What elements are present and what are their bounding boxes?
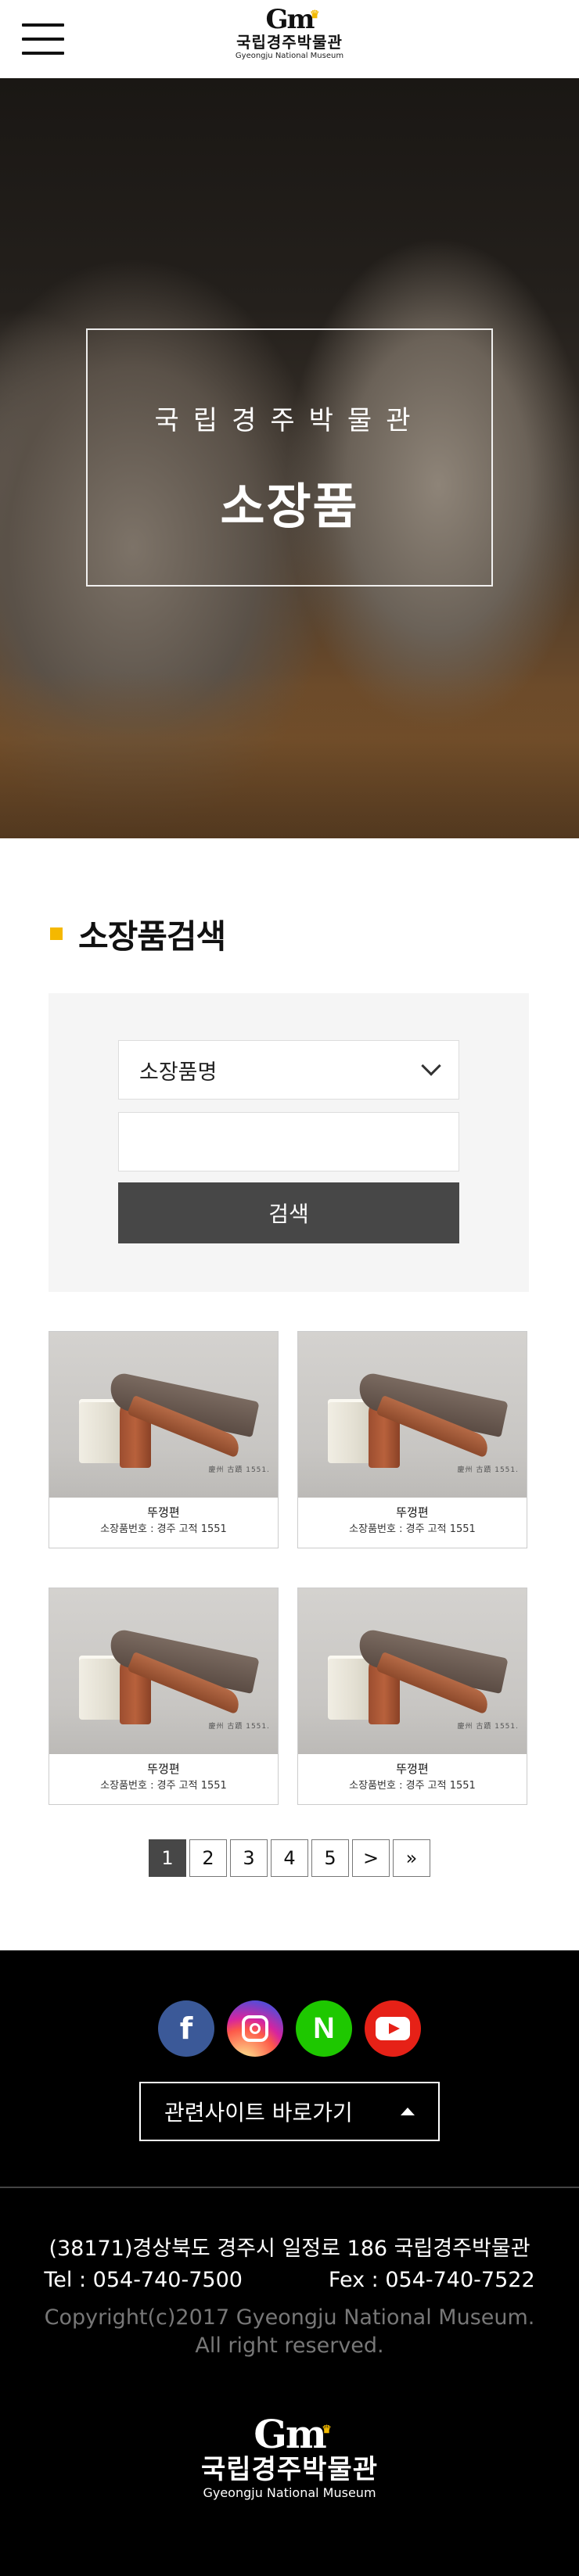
copyright-line-2: All right reserved. xyxy=(195,2334,384,2358)
related-sites-dropdown[interactable]: 관련사이트 바로가기 xyxy=(139,2082,440,2141)
footer-divider xyxy=(0,2187,579,2188)
page-button-1[interactable]: 1 xyxy=(149,1839,186,1877)
search-input[interactable] xyxy=(118,1112,459,1171)
search-category-value: 소장품명 xyxy=(139,1060,218,1085)
item-name: 뚜껑편 xyxy=(147,1762,180,1776)
item-number: 소장품번호 : 경주 고적 1551 xyxy=(349,1523,476,1535)
collection-item-image: 慶州 古蹟 1551. xyxy=(49,1332,278,1498)
footer-contact-info: (38171)경상북도 경주시 일정로 186 국립경주박물관 Tel : 05… xyxy=(0,2233,579,2296)
collection-item-info: 뚜껑편 소장품번호 : 경주 고적 1551 xyxy=(49,1754,278,1804)
logo-mark: Gm ♛ xyxy=(265,6,319,33)
site-header: Gm ♛ 국립경주박물관 Gyeongju National Museum xyxy=(0,0,579,78)
item-number: 소장품번호 : 경주 고적 1551 xyxy=(100,1523,227,1535)
menu-bar xyxy=(22,52,64,55)
footer-tel: Tel : 054-740-7500 xyxy=(44,2268,243,2292)
caret-up-icon xyxy=(401,2108,415,2115)
next-page-button[interactable]: > xyxy=(352,1839,390,1877)
collection-item-info: 뚜껑편 소장품번호 : 경주 고적 1551 xyxy=(298,1498,527,1548)
item-number: 소장품번호 : 경주 고적 1551 xyxy=(100,1780,227,1792)
hero-background-shelf xyxy=(0,673,579,838)
collection-item-info: 뚜껑편 소장품번호 : 경주 고적 1551 xyxy=(49,1498,278,1548)
footer-address: (38171)경상북도 경주시 일정로 186 국립경주박물관 xyxy=(49,2237,530,2261)
facebook-icon[interactable]: f xyxy=(158,2000,214,2057)
last-page-button[interactable]: » xyxy=(393,1839,430,1877)
footer-logo-english-name: Gyeongju National Museum xyxy=(203,2485,376,2500)
collection-item-info: 뚜껑편 소장품번호 : 경주 고적 1551 xyxy=(298,1754,527,1804)
menu-bar xyxy=(22,38,64,41)
artifact-label-tag: 慶州 古蹟 1551. xyxy=(208,1466,270,1474)
search-title: 소장품검색 xyxy=(78,917,226,956)
collection-item-card[interactable]: 慶州 古蹟 1551. 뚜껑편 소장품번호 : 경주 고적 1551 xyxy=(297,1331,527,1548)
heading-square-icon xyxy=(50,927,63,940)
artifact-label-tag: 慶州 古蹟 1551. xyxy=(457,1466,519,1474)
collection-item-image: 慶州 古蹟 1551. xyxy=(298,1332,527,1498)
artifact-label-tag: 慶州 古蹟 1551. xyxy=(208,1723,270,1731)
item-number: 소장품번호 : 경주 고적 1551 xyxy=(349,1780,476,1792)
page-button-2[interactable]: 2 xyxy=(189,1839,227,1877)
crown-icon: ♛ xyxy=(322,2424,331,2436)
collection-item-image: 慶州 古蹟 1551. xyxy=(298,1588,527,1754)
search-button[interactable]: 검색 xyxy=(118,1182,459,1243)
artifact-lid-fragment xyxy=(96,1371,260,1468)
artifact-label-tag: 慶州 古蹟 1551. xyxy=(457,1723,519,1731)
footer-logo-korean-name: 국립경주박물관 xyxy=(201,2454,378,2485)
site-footer: f N 관련사이트 바로가기 (38171)경상북도 경주시 일정로 186 국… xyxy=(0,1950,579,2576)
footer-fax: Fex : 054-740-7522 xyxy=(328,2268,535,2292)
youtube-icon[interactable] xyxy=(365,2000,421,2057)
artifact-lid-fragment xyxy=(345,1627,509,1724)
hero-title: 소장품 xyxy=(220,478,359,535)
site-logo[interactable]: Gm ♛ 국립경주박물관 Gyeongju National Museum xyxy=(236,6,343,61)
footer-copyright: Copyright(c)2017 Gyeongju National Museu… xyxy=(0,2304,579,2360)
item-name: 뚜껑편 xyxy=(147,1505,180,1519)
collection-item-card[interactable]: 慶州 古蹟 1551. 뚜껑편 소장품번호 : 경주 고적 1551 xyxy=(297,1588,527,1805)
crown-icon: ♛ xyxy=(309,9,319,21)
hero-title-box: 국립경주박물관 소장품 xyxy=(86,328,493,587)
collection-item-image: 慶州 古蹟 1551. xyxy=(49,1588,278,1754)
naver-icon[interactable]: N xyxy=(296,2000,352,2057)
footer-phone-row: Tel : 054-740-7500 Fex : 054-740-7522 xyxy=(0,2265,579,2296)
search-section-heading: 소장품검색 xyxy=(50,910,579,957)
collection-item-card[interactable]: 慶州 古蹟 1551. 뚜껑편 소장품번호 : 경주 고적 1551 xyxy=(49,1331,279,1548)
item-name: 뚜껑편 xyxy=(396,1505,429,1519)
search-category-select[interactable]: 소장품명 xyxy=(118,1040,459,1100)
hero-banner: 국립경주박물관 소장품 xyxy=(0,78,579,838)
instagram-icon[interactable] xyxy=(227,2000,283,2057)
hero-subtitle: 국립경주박물관 xyxy=(154,405,425,436)
footer-logo: Gm ♛ 국립경주박물관 Gyeongju National Museum xyxy=(0,2415,579,2501)
chevron-down-icon xyxy=(421,1056,441,1076)
pagination: 1 2 3 4 5 > » xyxy=(0,1839,579,1877)
collection-item-card[interactable]: 慶州 古蹟 1551. 뚜껑편 소장품번호 : 경주 고적 1551 xyxy=(49,1588,279,1805)
page-button-4[interactable]: 4 xyxy=(271,1839,308,1877)
logo-korean-name: 국립경주박물관 xyxy=(236,33,343,52)
artifact-lid-fragment xyxy=(96,1627,260,1724)
related-sites-label: 관련사이트 바로가기 xyxy=(164,2100,353,2126)
logo-english-name: Gyeongju National Museum xyxy=(235,52,344,60)
page-button-5[interactable]: 5 xyxy=(311,1839,349,1877)
page-button-3[interactable]: 3 xyxy=(230,1839,268,1877)
item-name: 뚜껑편 xyxy=(396,1762,429,1776)
search-panel: 소장품명 검색 xyxy=(49,993,529,1292)
artifact-lid-fragment xyxy=(345,1371,509,1468)
social-links: f N xyxy=(0,2000,579,2057)
menu-icon[interactable] xyxy=(22,23,64,55)
menu-bar xyxy=(22,23,64,27)
footer-logo-mark: Gm ♛ xyxy=(254,2411,332,2457)
collection-grid: 慶州 古蹟 1551. 뚜껑편 소장품번호 : 경주 고적 1551 慶州 古蹟… xyxy=(49,1331,529,1805)
copyright-line-1: Copyright(c)2017 Gyeongju National Museu… xyxy=(44,2305,535,2330)
